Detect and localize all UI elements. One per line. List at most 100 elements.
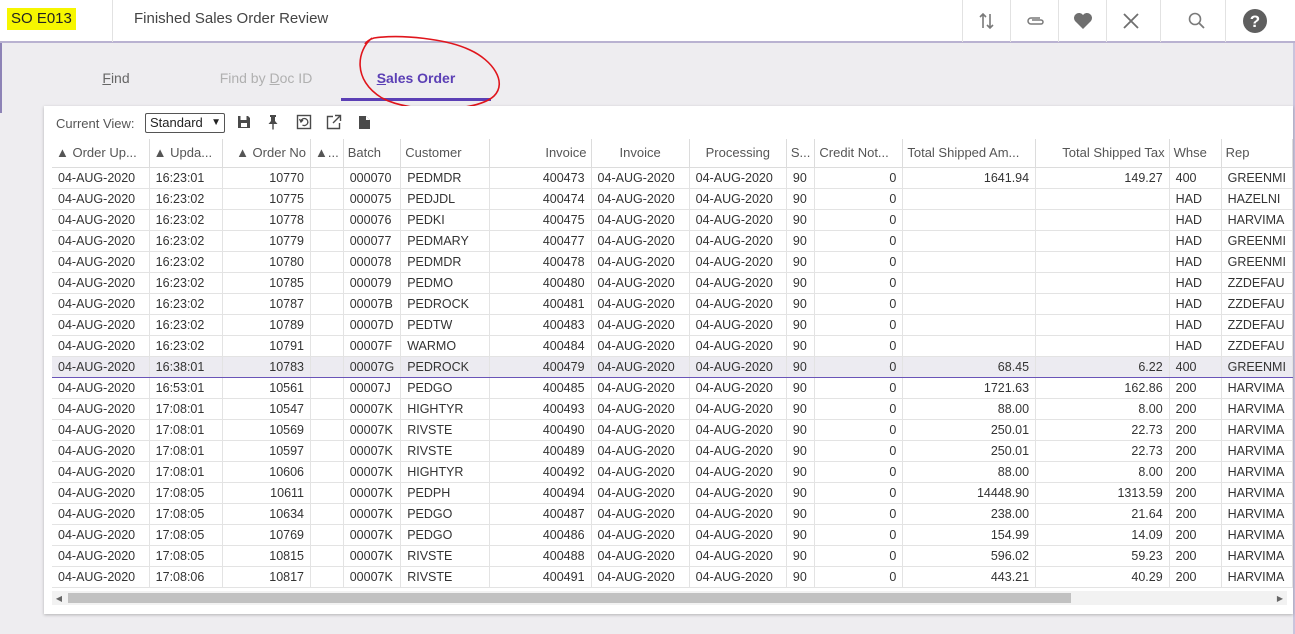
cell-total-shipped-amount: 88.00 [902, 398, 1037, 420]
table-row[interactable]: 04-AUG-2020 16:23:02 10775 000075 PEDJDL 4004… [52, 188, 1293, 210]
table-row[interactable]: 04-AUG-2020 16:38:01 10783 00007G PEDROCK 400… [52, 355, 1293, 378]
cell-credit-note: 0 [814, 461, 904, 483]
cell-credit-note: 0 [814, 251, 904, 273]
cell-status: 90 [786, 293, 816, 315]
table-row[interactable]: 04-AUG-2020 17:08:01 10569 00007K RIVSTE 4004… [52, 419, 1293, 441]
cell-whse: 200 [1169, 377, 1222, 399]
table-row[interactable]: 04-AUG-2020 17:08:05 10634 00007K PEDGO 40048… [52, 503, 1293, 525]
table-row[interactable]: 04-AUG-2020 16:23:02 10780 000078 PEDMDR 4004… [52, 251, 1293, 273]
cell-invoice-no: 400485 [489, 377, 592, 399]
save-icon[interactable] [234, 112, 254, 132]
table-row[interactable]: 04-AUG-2020 16:23:01 10770 000070 PEDMDR 4004… [52, 167, 1293, 189]
export-icon[interactable] [324, 112, 344, 132]
cell-status: 90 [786, 251, 816, 273]
cell-invoice-date: 04-AUG-2020 [591, 524, 690, 546]
tab-sales-order[interactable]: Sales Order [341, 62, 491, 96]
sort-icon[interactable] [963, 0, 1010, 42]
cell-status: 90 [786, 272, 816, 294]
column-header-rep[interactable]: Rep [1221, 139, 1293, 168]
cell-customer: PEDROCK [400, 355, 490, 378]
attachment-icon[interactable] [1011, 0, 1058, 42]
cell-sort [310, 272, 344, 294]
table-row[interactable]: 04-AUG-2020 16:23:02 10789 00007D PEDTW 40048… [52, 314, 1293, 336]
column-header-status[interactable]: S... [786, 139, 816, 168]
horizontal-scrollbar[interactable]: ◀ ▶ [52, 591, 1287, 605]
cell-order-no: 10789 [222, 314, 312, 336]
table-row[interactable]: 04-AUG-2020 17:08:01 10606 00007K HIGHTYR 400… [52, 461, 1293, 483]
cell-status: 90 [786, 230, 816, 252]
table-row[interactable]: 04-AUG-2020 16:53:01 10561 00007J PEDGO 40048… [52, 377, 1293, 399]
cell-credit-note: 0 [814, 419, 904, 441]
column-header-batch[interactable]: Batch [343, 139, 402, 168]
pin-icon[interactable] [263, 112, 283, 132]
cell-total-shipped-amount: 88.00 [902, 461, 1037, 483]
column-header-sort[interactable]: ▲... [310, 139, 344, 168]
cell-whse: HAD [1169, 293, 1222, 315]
table-row[interactable]: 04-AUG-2020 17:08:05 10815 00007K RIVSTE 4004… [52, 545, 1293, 567]
column-header-invoice-date[interactable]: Invoice [591, 139, 690, 168]
search-icon[interactable] [1173, 0, 1220, 42]
cell-total-shipped-amount [902, 230, 1037, 252]
table-row[interactable]: 04-AUG-2020 17:08:06 10817 00007K RIVSTE 4004… [52, 566, 1293, 588]
header-divider [1225, 0, 1226, 42]
cell-status: 90 [786, 503, 816, 525]
help-icon[interactable]: ? [1231, 0, 1278, 42]
cell-processing: 04-AUG-2020 [689, 566, 787, 588]
cell-updated-time: 16:23:02 [149, 335, 224, 357]
column-header-order-updated[interactable]: ▲ Order Up... [52, 139, 150, 168]
cell-status: 90 [786, 461, 816, 483]
cell-credit-note: 0 [814, 355, 904, 378]
scrollbar-thumb[interactable] [68, 593, 1071, 603]
tab-find-by-doc-id[interactable]: Find by Doc ID [200, 62, 332, 96]
table-row[interactable]: 04-AUG-2020 17:08:01 10547 00007K HIGHTYR 400… [52, 398, 1293, 420]
cell-processing: 04-AUG-2020 [689, 461, 787, 483]
table-row[interactable]: 04-AUG-2020 16:23:02 10785 000079 PEDMO 40048… [52, 272, 1293, 294]
close-icon[interactable] [1107, 0, 1154, 42]
cell-total-shipped-amount: 14448.90 [902, 482, 1037, 504]
cell-total-shipped-tax: 162.86 [1035, 377, 1170, 399]
scroll-left-icon[interactable]: ◀ [52, 591, 66, 605]
cell-whse: 200 [1169, 482, 1222, 504]
current-view-select[interactable]: Standard ▼ [145, 113, 225, 133]
cell-rep: GREENMI [1221, 230, 1293, 252]
table-row[interactable]: 04-AUG-2020 17:08:01 10597 00007K RIVSTE 4004… [52, 440, 1293, 462]
cell-invoice-no: 400477 [489, 230, 592, 252]
cell-total-shipped-tax [1035, 188, 1170, 210]
document-icon[interactable] [354, 112, 374, 132]
cell-invoice-no: 400479 [489, 355, 592, 378]
favorite-heart-icon[interactable] [1059, 0, 1106, 42]
table-row[interactable]: 04-AUG-2020 17:08:05 10611 00007K PEDPH 40049… [52, 482, 1293, 504]
cell-customer: PEDROCK [400, 293, 490, 315]
cell-order-updated: 04-AUG-2020 [52, 314, 150, 336]
table-row[interactable]: 04-AUG-2020 16:23:02 10787 00007B PEDROCK 400… [52, 293, 1293, 315]
column-header-total-shipped-tax[interactable]: Total Shipped Tax [1035, 139, 1170, 168]
column-header-credit-note[interactable]: Credit Not... [814, 139, 904, 168]
cell-sort [310, 251, 344, 273]
cell-rep: HARVIMA [1221, 209, 1293, 231]
scroll-right-icon[interactable]: ▶ [1273, 591, 1287, 605]
column-header-customer[interactable]: Customer [400, 139, 490, 168]
column-header-total-shipped-amount[interactable]: Total Shipped Am... [902, 139, 1037, 168]
cell-processing: 04-AUG-2020 [689, 419, 787, 441]
table-row[interactable]: 04-AUG-2020 16:23:02 10778 000076 PEDKI 40047… [52, 209, 1293, 231]
cell-batch: 00007K [343, 482, 402, 504]
cell-whse: 200 [1169, 524, 1222, 546]
tab-find[interactable]: Find [80, 62, 152, 96]
table-row[interactable]: 04-AUG-2020 16:23:02 10791 00007F WARMO 40048… [52, 335, 1293, 357]
cell-sort [310, 209, 344, 231]
cell-updated-time: 17:08:06 [149, 566, 224, 588]
table-row[interactable]: 04-AUG-2020 16:23:02 10779 000077 PEDMARY 400… [52, 230, 1293, 252]
cell-whse: 200 [1169, 398, 1222, 420]
cell-total-shipped-amount: 596.02 [902, 545, 1037, 567]
cell-sort [310, 566, 344, 588]
cell-whse: 200 [1169, 461, 1222, 483]
column-header-invoice-no[interactable]: Invoice [489, 139, 592, 168]
column-header-order-no[interactable]: ▲ Order No [222, 139, 312, 168]
sales-order-grid: ▲ Order Up... ▲ Upda... ▲ Order No ▲... … [52, 139, 1293, 589]
table-row[interactable]: 04-AUG-2020 17:08:05 10769 00007K PEDGO 40048… [52, 524, 1293, 546]
cell-sort [310, 398, 344, 420]
column-header-updated-time[interactable]: ▲ Upda... [149, 139, 224, 168]
restore-icon[interactable] [294, 112, 314, 132]
column-header-whse[interactable]: Whse [1169, 139, 1222, 168]
column-header-processing[interactable]: Processing [689, 139, 787, 168]
